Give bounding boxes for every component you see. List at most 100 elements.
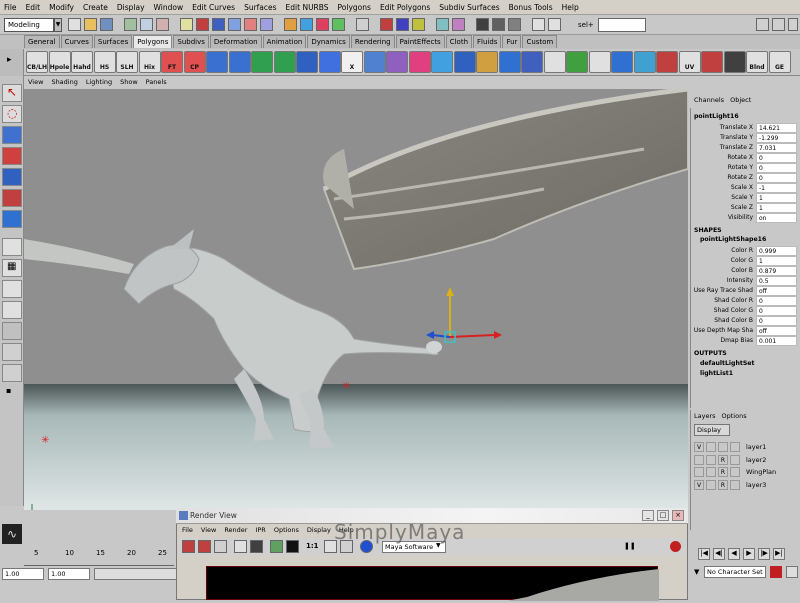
- step-back-icon[interactable]: ◀|: [713, 548, 725, 560]
- channel-value-field[interactable]: 0.879: [756, 266, 797, 276]
- shelf-tool-icon[interactable]: Hahd: [71, 51, 93, 73]
- channel-row[interactable]: Color R 0.999: [692, 246, 798, 256]
- shelf-tool-icon[interactable]: [386, 51, 408, 73]
- menu-file[interactable]: File: [4, 3, 17, 12]
- attribute-editor-icon[interactable]: [772, 18, 785, 31]
- channel-row[interactable]: Translate Z 7.031: [692, 143, 798, 153]
- shelf-tab-subdivs[interactable]: Subdivs: [173, 35, 209, 48]
- channel-row[interactable]: Shad Color R0: [692, 296, 798, 306]
- viewport-menu-shading[interactable]: Shading: [51, 78, 77, 89]
- layer-visibility-toggle[interactable]: V: [694, 479, 704, 490]
- channel-row[interactable]: Use Depth Map Sha off: [692, 326, 798, 336]
- pick-joint-icon[interactable]: [212, 18, 225, 31]
- select-tool-icon[interactable]: ↖: [2, 84, 22, 102]
- menu-help[interactable]: Help: [562, 3, 579, 12]
- shelf-tool-icon[interactable]: Hix: [138, 51, 161, 73]
- shelf-tool-icon[interactable]: Blnd: [746, 51, 768, 73]
- shelf-tool-icon[interactable]: [566, 51, 588, 73]
- shelf-tool-icon[interactable]: [273, 51, 296, 73]
- shelf-tool-icon[interactable]: [521, 51, 543, 73]
- shelf-tool-icon[interactable]: [656, 51, 678, 73]
- layers-menu[interactable]: Layers: [694, 412, 716, 420]
- pick-deform-icon[interactable]: [260, 18, 273, 31]
- render-region-icon[interactable]: [198, 540, 211, 553]
- shelf-tool-icon[interactable]: GE: [768, 51, 791, 73]
- channel-row[interactable]: Shad Color G0: [692, 306, 798, 316]
- shelf-menu-icon[interactable]: ▸: [7, 55, 12, 65]
- ipr-icon[interactable]: [234, 540, 247, 553]
- shelf-tool-icon[interactable]: HS: [93, 51, 116, 73]
- channel-row[interactable]: Scale X -1: [692, 183, 798, 193]
- shelf-tool-icon[interactable]: [723, 51, 746, 73]
- shelf-tab-cloth[interactable]: Cloth: [445, 35, 473, 48]
- shelf-tab-fluids[interactable]: Fluids: [473, 35, 502, 48]
- stack-layout-icon[interactable]: [2, 301, 22, 319]
- shelf-tool-icon[interactable]: FT: [161, 51, 183, 73]
- layer-color-swatch[interactable]: [706, 479, 716, 490]
- viewport-menu-show[interactable]: Show: [120, 78, 138, 89]
- shelf-tool-icon[interactable]: [476, 51, 498, 73]
- layer-color-swatch[interactable]: [730, 454, 740, 465]
- channel-row[interactable]: Shad Color B0: [692, 316, 798, 326]
- scale-tool-icon[interactable]: [2, 189, 22, 207]
- mask-icon[interactable]: [180, 18, 193, 31]
- render-menu-file[interactable]: File: [182, 526, 193, 538]
- channel-value-field[interactable]: 0: [756, 306, 797, 316]
- shelf-side-menu[interactable]: ▸: [0, 49, 24, 76]
- shelf-tool-icon[interactable]: [363, 51, 386, 73]
- start-time-field[interactable]: 1.00: [2, 568, 44, 580]
- more-layouts-icon[interactable]: ▪: [6, 386, 11, 395]
- select-object-icon[interactable]: [140, 18, 153, 31]
- layer-reference-toggle[interactable]: R: [718, 479, 728, 490]
- outliner-layout-icon[interactable]: [2, 322, 22, 340]
- shelf-tool-icon[interactable]: [431, 51, 453, 73]
- shelf-tab-fur[interactable]: Fur: [502, 35, 522, 48]
- selection-input[interactable]: [598, 18, 646, 32]
- shelf-tool-icon[interactable]: [251, 51, 273, 73]
- render-menu-options[interactable]: Options: [274, 526, 299, 538]
- current-time-field[interactable]: 1.00: [48, 568, 90, 580]
- menu-display[interactable]: Display: [117, 3, 145, 12]
- shelf-tool-icon[interactable]: [318, 51, 341, 73]
- preferences-icon[interactable]: [786, 566, 798, 578]
- channel-value-field[interactable]: -1: [756, 183, 797, 193]
- select-component-icon[interactable]: [156, 18, 169, 31]
- shelf-tool-icon[interactable]: SLH: [116, 51, 138, 73]
- shelf-tool-icon[interactable]: [228, 51, 251, 73]
- lasso-tool-icon[interactable]: ◌: [2, 105, 22, 123]
- alpha-channel-icon[interactable]: [286, 540, 299, 553]
- channel-value-field[interactable]: 14.621: [756, 123, 797, 133]
- channel-row[interactable]: Translate Y -1.299: [692, 133, 798, 143]
- shelf-tool-icon[interactable]: [588, 51, 611, 73]
- channel-row[interactable]: Dmap Bias 0.001: [692, 336, 798, 346]
- open-scene-icon[interactable]: [84, 18, 97, 31]
- layer-reference-toggle[interactable]: [718, 442, 728, 452]
- layer-options-menu[interactable]: Options: [722, 412, 747, 420]
- layer-reference-toggle[interactable]: R: [718, 454, 728, 465]
- hypershade-layout-icon[interactable]: [2, 364, 22, 382]
- channel-value-field[interactable]: -1.299: [756, 133, 797, 143]
- construction-history-icon[interactable]: [380, 18, 393, 31]
- chevron-down-icon[interactable]: ▼: [694, 568, 699, 576]
- layer-color-swatch[interactable]: [706, 442, 716, 452]
- channel-value-field[interactable]: 0.001: [756, 336, 797, 346]
- layer-row[interactable]: Vlayer1: [694, 441, 798, 453]
- layer-display-select[interactable]: Display: [694, 424, 730, 436]
- layer-visibility-toggle[interactable]: [694, 467, 704, 477]
- shelf-tab-surfaces[interactable]: Surfaces: [93, 35, 133, 48]
- render-menu-display[interactable]: Display: [307, 526, 331, 538]
- snap-curve-icon[interactable]: [300, 18, 313, 31]
- layer-name[interactable]: layer1: [746, 443, 766, 451]
- channel-box-icon[interactable]: [788, 18, 798, 31]
- shelf-tab-rendering[interactable]: Rendering: [350, 35, 395, 48]
- ipr-render-icon[interactable]: [492, 18, 505, 31]
- paint-select-icon[interactable]: [2, 126, 22, 144]
- output-node-name[interactable]: defaultLightSet: [700, 360, 754, 367]
- redo-render-icon[interactable]: [182, 540, 195, 553]
- live-surface-icon[interactable]: [436, 18, 449, 31]
- auto-key-icon[interactable]: [770, 566, 782, 578]
- render-menu-view[interactable]: View: [201, 526, 216, 538]
- menu-subdiv-surfaces[interactable]: Subdiv Surfaces: [439, 3, 499, 12]
- output-node-name[interactable]: lightList1: [700, 370, 733, 377]
- shelf-tool-icon[interactable]: [701, 51, 723, 73]
